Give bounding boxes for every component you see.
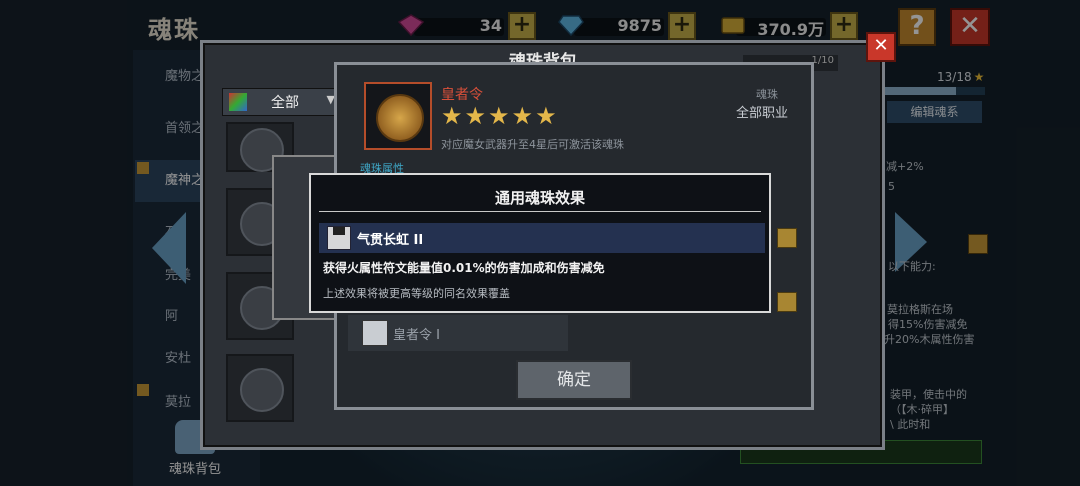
lock-icon [777,228,797,248]
star-rating: ★★★★★ [441,102,559,130]
confirm-button[interactable]: 确定 [516,360,632,400]
close-bag-button[interactable]: ✕ [866,32,896,62]
character-avatar [327,226,351,250]
dialog-title: 通用魂珠效果 [494,189,585,207]
bead-level-label: 皇者令 I [393,328,440,343]
character-avatar [362,320,388,346]
effect-row: 气贯长虹 II [319,223,765,253]
filter-all-icon [229,93,247,111]
filter-dropdown[interactable]: 全部 ▼ [222,88,342,116]
common-effect-dialog: 通用魂珠效果 气贯长虹 II 获得火属性符文能量值0.01%的伤害加成和伤害减免… [309,173,771,313]
bead-slot[interactable] [226,354,294,422]
bead-description: 对应魔女武器升至4星后可激活该魂珠 [441,138,624,151]
filter-selected-label: 全部 [271,95,299,111]
bead-name: 皇者令 [441,87,483,103]
effect-note: 上述效果将被更高等级的同名效果覆盖 [323,287,510,300]
effect-name: 气贯长虹 II [357,233,424,248]
bead-icon [240,368,284,412]
bead-type: 魂珠 [756,88,778,101]
effect-description: 获得火属性符文能量值0.01%的伤害加成和伤害减免 [323,261,605,275]
lock-icon [777,292,797,312]
emperor-seal-icon [376,94,424,142]
bead-portrait [364,82,432,150]
bead-job: 全部职业 [736,106,789,121]
divider [319,211,761,212]
